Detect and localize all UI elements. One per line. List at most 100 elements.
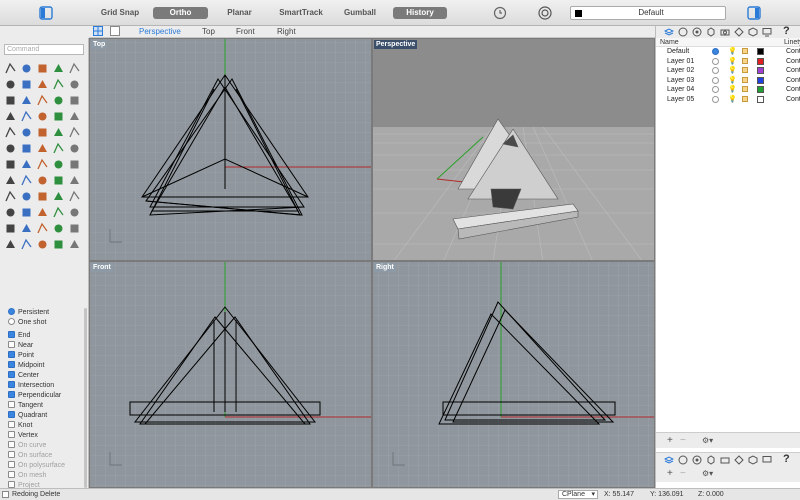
display-icon-2[interactable] [734, 455, 744, 465]
osnap-item[interactable]: On polysurface [8, 461, 65, 471]
explode-tool-icon[interactable] [4, 110, 17, 123]
lightbulb-icon[interactable]: 💡 [728, 76, 737, 85]
osnap-checkbox[interactable] [8, 331, 15, 338]
osnap-item[interactable]: Perpendicular [8, 391, 61, 401]
history-button[interactable]: History [393, 7, 447, 19]
viewport-front[interactable]: Front [89, 261, 372, 488]
monitor-icon-2[interactable] [762, 455, 772, 465]
current-layer-radio[interactable] [712, 95, 719, 103]
osnap-one-shot[interactable]: One shot [8, 318, 46, 328]
torus-tool-icon[interactable] [4, 238, 17, 251]
current-layer-radio[interactable] [712, 86, 719, 93]
layer-row[interactable]: Layer 02 💡 Cont [656, 66, 800, 76]
layer-color-swatch[interactable] [757, 95, 764, 103]
name-column-header[interactable]: Name [660, 38, 679, 47]
render-tool-icon[interactable] [52, 174, 65, 187]
help-icon-2[interactable]: ? [783, 453, 790, 465]
offset-tool-icon[interactable] [20, 110, 33, 123]
viewport-right[interactable]: Right [372, 261, 655, 488]
properties-icon-2[interactable] [678, 455, 688, 465]
osnap-checkbox[interactable] [8, 411, 15, 418]
revolve-tool-icon[interactable] [4, 126, 17, 139]
add-layer-icon[interactable]: + [667, 435, 673, 446]
osnap-checkbox[interactable] [8, 381, 15, 388]
undo-view-icon[interactable] [492, 5, 508, 21]
contour-tool-icon[interactable] [4, 206, 17, 219]
current-layer-radio[interactable] [712, 48, 719, 55]
panel-scrollbar[interactable] [84, 308, 87, 488]
trim-tool-icon[interactable] [36, 94, 49, 107]
osnap-checkbox[interactable] [8, 431, 15, 438]
scale-tool-icon[interactable] [36, 142, 49, 155]
curve-tool-icon[interactable] [52, 62, 65, 75]
cplane-select[interactable]: CPlane ▾ [558, 490, 598, 499]
box-icon-2[interactable] [706, 455, 716, 465]
osnap-checkbox[interactable] [8, 391, 15, 398]
copy-tool-icon[interactable] [4, 142, 17, 155]
lock-icon[interactable] [742, 76, 748, 83]
join-tool-icon[interactable] [68, 94, 81, 107]
block-tool-icon[interactable] [36, 238, 49, 251]
linetype-column-header[interactable]: Linety [784, 38, 800, 47]
point-tool-icon[interactable] [20, 62, 33, 75]
layers-icon[interactable] [664, 27, 674, 37]
layer-row[interactable]: Layer 01 💡 Cont [656, 57, 800, 67]
grid-snap-button[interactable]: Grid Snap [100, 7, 140, 19]
render-icon[interactable] [748, 27, 758, 37]
osnap-checkbox[interactable] [8, 361, 15, 368]
layer-row[interactable]: Layer 04 💡 Cont [656, 85, 800, 95]
camera-icon[interactable] [720, 27, 730, 37]
current-layer-radio[interactable] [712, 67, 719, 74]
unlock-tool-icon[interactable] [4, 174, 17, 187]
materials-icon-2[interactable] [692, 455, 702, 465]
split-tool-icon[interactable] [52, 94, 65, 107]
measure-tool-icon[interactable] [52, 190, 65, 203]
osnap-item[interactable]: Midpoint [8, 361, 44, 371]
lightbulb-icon[interactable]: 💡 [728, 66, 737, 75]
hide-tool-icon[interactable] [36, 158, 49, 171]
gear-icon-2[interactable]: ⚙▾ [702, 469, 713, 478]
attach-tool-icon[interactable] [52, 238, 65, 251]
circle-tool-icon[interactable] [68, 62, 81, 75]
mirror-tool-icon[interactable] [52, 142, 65, 155]
osnap-checkbox[interactable] [8, 421, 15, 428]
ortho-button[interactable]: Ortho [153, 7, 208, 19]
lock-icon[interactable] [742, 48, 748, 54]
loft-tool-icon[interactable] [68, 110, 81, 123]
properties-icon[interactable] [678, 27, 688, 37]
lock-icon[interactable] [742, 95, 748, 102]
current-layer-radio[interactable] [712, 76, 719, 84]
arc-tool-icon[interactable] [4, 78, 17, 91]
fillet-tool-icon[interactable] [4, 94, 17, 107]
viewport-label-perspective[interactable]: Perspective [374, 40, 418, 49]
viewport-label-top[interactable]: Top [91, 40, 108, 49]
add-icon-2[interactable]: + [667, 468, 673, 479]
tab-front[interactable]: Front [236, 26, 255, 38]
lock-icon[interactable] [742, 86, 748, 92]
smarttrack-button[interactable]: SmartTrack [277, 7, 325, 19]
ungroup-tool-icon[interactable] [20, 158, 33, 171]
persistent-radio[interactable] [8, 308, 15, 315]
material-tool-icon[interactable] [36, 174, 49, 187]
layer-row[interactable]: Layer 05 💡 Cont [656, 95, 800, 105]
ellipse-tool-icon[interactable] [20, 78, 33, 91]
polyline-tool-icon[interactable] [36, 62, 49, 75]
current-layer-radio[interactable] [712, 57, 719, 65]
export-tool-icon[interactable] [68, 238, 81, 251]
lock-icon[interactable] [742, 57, 748, 64]
panel-toggle-icon[interactable] [746, 5, 762, 21]
osnap-checkbox[interactable] [8, 481, 15, 488]
materials-icon[interactable] [692, 27, 702, 37]
viewport-label-front[interactable]: Front [91, 263, 113, 272]
surface-tool-icon[interactable] [36, 110, 49, 123]
osnap-item[interactable]: End [8, 331, 30, 341]
planar-button[interactable]: Planar [222, 7, 257, 19]
lightbulb-icon[interactable]: 💡 [728, 95, 737, 104]
osnap-checkbox[interactable] [8, 451, 15, 458]
four-view-icon[interactable] [93, 26, 103, 36]
dimension-tool-icon[interactable] [4, 190, 17, 203]
render-icon-2[interactable] [748, 455, 758, 465]
lock-tool-icon[interactable] [68, 158, 81, 171]
cone-tool-icon[interactable] [68, 222, 81, 235]
layer-color-swatch[interactable] [757, 67, 764, 74]
